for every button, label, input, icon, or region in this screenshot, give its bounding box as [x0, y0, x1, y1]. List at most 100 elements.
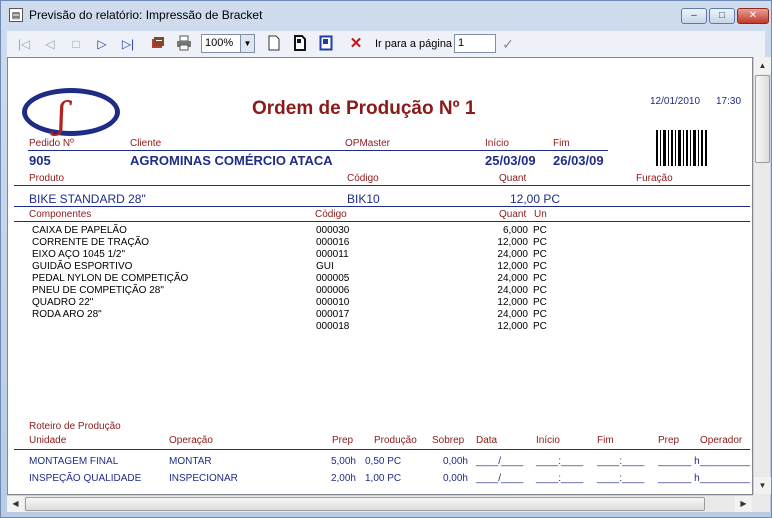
produto-label: Produto [29, 173, 65, 184]
minimize-button[interactable]: – [681, 8, 707, 24]
col-operador: Operador [700, 435, 743, 446]
list-item: PEDAL NYLON DE COMPETIÇÃO 000005 24,000 PC [32, 273, 547, 284]
list-item: GUIDÃO ESPORTIVO GUI 12,000 PC [32, 261, 547, 272]
roteiro-row-fim: ____:____ [597, 456, 645, 467]
product-quant: 12,00 PC [510, 192, 561, 206]
componentes-quant-label: Quant [499, 209, 527, 220]
confirm-icon[interactable]: ✓ [499, 35, 517, 53]
col-data: Data [476, 435, 498, 446]
roteiro-row-unidade: MONTAGEM FINAL [29, 456, 119, 467]
col-fim: Fim [597, 435, 614, 446]
inicio-label: Início [485, 138, 509, 149]
printer-icon[interactable] [175, 35, 193, 53]
goto-page-input[interactable]: 1 [454, 34, 496, 53]
list-item: CORRENTE DE TRAÇÃO 000016 12,000 PC [32, 237, 547, 248]
page-width-icon[interactable] [291, 35, 309, 53]
list-item: EIXO AÇO 1045 1/2" 000011 24,000 PC [32, 249, 547, 260]
next-page-icon[interactable]: ▷ [93, 35, 111, 53]
roteiro-row-inicio: ____:____ [536, 473, 584, 484]
produto-codigo-label: Código [347, 173, 379, 184]
company-logo: ʃ [22, 88, 120, 136]
components-list: CAIXA DE PAPELÃO 000030 6,000 PC CORRENTE D… [32, 225, 552, 333]
roteiro-row-producao: 1,00 PC [365, 473, 402, 484]
roteiro-row-data: ____/____ [476, 473, 524, 484]
list-item: RODA ARO 28" 000017 24,000 PC [32, 309, 547, 320]
scroll-right-icon[interactable]: ▶ [735, 496, 752, 512]
componentes-label: Componentes [29, 209, 92, 220]
page-full-icon[interactable] [317, 35, 335, 53]
roteiro-row-prep: 2,00h [330, 473, 356, 484]
roteiro-row-sobrep: 0,00h [442, 456, 468, 467]
list-item: CAIXA DE PAPELÃO 000030 6,000 PC [32, 225, 547, 236]
logo-mark: ʃ [57, 96, 67, 137]
fim-value: 26/03/09 [553, 153, 604, 168]
print-preview-window: ▤ Previsão do relatório: Impressão de Br… [0, 0, 772, 518]
components-rule [14, 221, 750, 222]
horizontal-scroll-thumb[interactable] [25, 497, 705, 511]
product-code: BIK10 [347, 192, 380, 206]
report-page: ʃ Ordem de Produção Nº 1 12/01/2010 17:3… [7, 57, 753, 495]
roteiro-row-prep-real: ______ h [658, 456, 700, 467]
furacao-label: Furação [636, 173, 673, 184]
col-prep-real: Prep [658, 435, 680, 446]
cliente-label: Cliente [130, 138, 162, 149]
report-time: 17:30 [716, 96, 742, 107]
produto-quant-label: Quant [499, 173, 527, 184]
pedido-label: Pedido Nº [29, 138, 74, 149]
roteiro-label: Roteiro de Produção [29, 421, 121, 432]
chevron-down-icon[interactable]: ▼ [240, 35, 254, 52]
list-item: PNEU DE COMPETIÇÃO 28" 000006 24,000 PC [32, 285, 547, 296]
first-page-icon[interactable]: |◁ [15, 35, 33, 53]
previous-page-icon[interactable]: ◁ [41, 35, 59, 53]
roteiro-row-fim: ____:____ [597, 473, 645, 484]
col-prep: Prep [332, 435, 354, 446]
report-title: Ordem de Produção Nº 1 [252, 98, 476, 119]
close-preview-icon[interactable]: ✕ [347, 35, 365, 53]
maximize-button[interactable]: □ [709, 8, 735, 24]
scroll-corner [753, 495, 770, 512]
header-rule [28, 150, 608, 151]
roteiro-row-inicio: ____:____ [536, 456, 584, 467]
col-operacao: Operação [169, 435, 213, 446]
scroll-down-icon[interactable]: ▼ [754, 477, 771, 494]
col-producao: Produção [374, 435, 417, 446]
horizontal-scrollbar[interactable]: ◀ ▶ [7, 495, 753, 512]
roteiro-row-operacao: INSPECIONAR [169, 473, 238, 484]
scroll-up-icon[interactable]: ▲ [754, 57, 771, 74]
stop-icon[interactable]: □ [67, 35, 85, 53]
zoom-select[interactable]: 100% ▼ [201, 34, 255, 53]
report-icon: ▤ [9, 8, 23, 22]
product-bottom-rule [14, 206, 750, 207]
product-rule [14, 185, 750, 186]
report-date: 12/01/2010 [650, 96, 701, 107]
last-page-icon[interactable]: ▷| [119, 35, 137, 53]
goto-page-label: Ir para a página [375, 38, 453, 50]
col-unidade: Unidade [29, 435, 67, 446]
scroll-left-icon[interactable]: ◀ [7, 496, 24, 512]
zoom-value: 100% [205, 37, 234, 49]
inicio-value: 25/03/09 [485, 153, 536, 168]
col-inicio: Início [536, 435, 560, 446]
col-sobrep: Sobrep [432, 435, 465, 446]
fim-label: Fim [553, 138, 570, 149]
vertical-scrollbar[interactable]: ▲ ▼ [753, 57, 771, 495]
roteiro-row-unidade: INSPEÇÃO QUALIDADE [29, 473, 142, 484]
roteiro-rule [14, 449, 750, 450]
pedido-value: 905 [29, 153, 51, 168]
list-item: 000018 12,000 PC [316, 321, 547, 332]
roteiro-row-operador: _________ [700, 456, 751, 467]
componentes-codigo-label: Código [315, 209, 347, 220]
list-item: QUADRO 22" 000010 12,000 PC [32, 297, 547, 308]
product-name: BIKE STANDARD 28" [29, 192, 146, 206]
close-window-button[interactable]: ✕ [737, 8, 769, 24]
roteiro-row-operacao: MONTAR [169, 456, 212, 467]
opmaster-label: OPMaster [345, 138, 391, 149]
barcode [656, 130, 708, 166]
roteiro-row-prep-real: ______ h [658, 473, 700, 484]
print-setup-icon[interactable] [149, 35, 167, 53]
cliente-value: AGROMINAS COMÉRCIO ATACA [130, 153, 333, 168]
page-single-icon[interactable] [265, 35, 283, 53]
vertical-scroll-thumb[interactable] [755, 75, 770, 163]
roteiro-row-sobrep: 0,00h [442, 473, 468, 484]
title-bar[interactable]: ▤ Previsão do relatório: Impressão de Br… [1, 1, 771, 29]
